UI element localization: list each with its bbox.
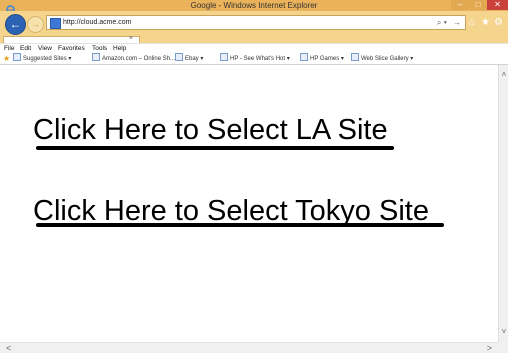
window-title: Google - Windows Internet Explorer <box>190 1 318 10</box>
scroll-down-icon[interactable]: ˅ <box>499 328 508 336</box>
scrollbar-corner <box>498 342 508 353</box>
tab-active[interactable]: × <box>3 35 140 43</box>
fav-label: HP - See What's Hot ▾ <box>230 56 290 62</box>
arrow-left-icon: ← <box>9 17 22 31</box>
fav-label: Web Slice Gallery ▾ <box>361 56 414 62</box>
fav-label: Suggested Sites ▾ <box>23 56 72 62</box>
favorites-star-icon[interactable]: ★ <box>3 54 10 63</box>
forward-button[interactable]: → <box>27 16 44 33</box>
fav-hp-games[interactable]: HP Games ▾ <box>300 53 344 65</box>
maximize-button[interactable]: □ <box>469 0 487 10</box>
site-icon <box>175 53 183 61</box>
title-bar: Google - Windows Internet Explorer – □ ✕ <box>0 0 508 14</box>
fav-label: HP Games ▾ <box>310 56 344 62</box>
home-icon[interactable]: ⌂ <box>469 16 475 30</box>
gear-icon[interactable]: ⚙ <box>494 16 503 30</box>
address-url[interactable]: http://cloud.acme.com <box>63 16 131 29</box>
close-window-button[interactable]: ✕ <box>487 0 508 10</box>
site-icon <box>351 53 359 61</box>
site-icon <box>13 53 21 61</box>
fav-suggested-sites[interactable]: Suggested Sites ▾ <box>13 53 71 65</box>
minimize-button[interactable]: – <box>451 0 469 10</box>
scroll-up-icon[interactable]: ˄ <box>499 71 508 79</box>
page-content: Click Here to Select LA Site Click Here … <box>0 65 498 342</box>
fav-web-slice-gallery[interactable]: Web Slice Gallery ▾ <box>351 53 413 65</box>
la-link-underline <box>36 146 394 150</box>
fav-hp-hot[interactable]: HP - See What's Hot ▾ <box>220 53 290 65</box>
arrow-right-icon: → <box>31 19 40 29</box>
back-button[interactable]: ← <box>5 14 26 35</box>
scroll-left-icon[interactable]: < <box>6 343 11 354</box>
favorites-bar: ★ Suggested Sites ▾ Amazon.com – Online … <box>0 53 508 65</box>
fav-label: Ebay ▾ <box>185 56 204 62</box>
scroll-right-icon[interactable]: > <box>487 343 492 354</box>
site-icon <box>300 53 308 61</box>
fav-amazon[interactable]: Amazon.com – Online Sh... <box>92 53 175 65</box>
site-icon <box>92 53 100 61</box>
go-icon[interactable]: → <box>453 16 461 29</box>
navigation-bar: ← → http://cloud.acme.com ⌕ ▾ → ⌂ ★ ⚙ <box>0 11 508 36</box>
fav-label: Amazon.com – Online Sh... <box>102 56 176 62</box>
fav-ebay[interactable]: Ebay ▾ <box>175 53 203 65</box>
site-icon <box>220 53 228 61</box>
select-la-site-link[interactable]: Click Here to Select LA Site <box>33 113 388 147</box>
horizontal-scrollbar[interactable]: < > <box>0 342 498 353</box>
tokyo-link-underline <box>36 223 444 227</box>
tab-bar: × <box>0 35 508 43</box>
favorites-icon[interactable]: ★ <box>481 16 490 30</box>
search-dropdown-icon[interactable]: ⌕ ▾ <box>437 16 447 29</box>
address-bar[interactable]: http://cloud.acme.com ⌕ ▾ → <box>46 15 466 30</box>
browser-window: Google - Windows Internet Explorer – □ ✕… <box>0 0 508 353</box>
page-favicon-icon <box>50 18 61 29</box>
vertical-scrollbar[interactable]: ˄ ˅ <box>498 65 508 342</box>
